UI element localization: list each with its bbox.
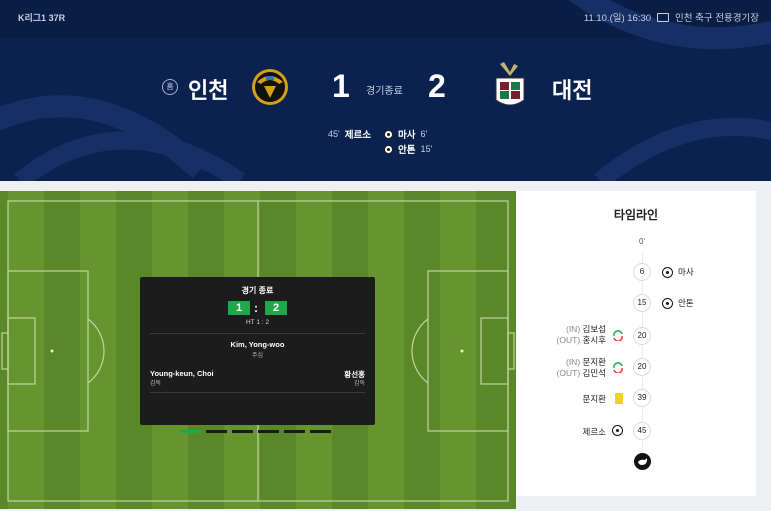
league-round: K리그1 37R	[18, 13, 66, 23]
home-goal-row: 45' 제르소	[328, 127, 371, 141]
substitution-icon	[613, 362, 623, 373]
home-coach-role: 감독	[150, 381, 162, 387]
scoreboard-title: 경기 종료	[241, 286, 274, 295]
goal-minute: 15'	[420, 144, 433, 154]
in-tag: (IN)	[565, 324, 581, 334]
goal-scorer: 제르소	[344, 130, 371, 141]
substitution-out: (OUT) 김민석	[550, 367, 606, 379]
page-margin	[756, 191, 771, 511]
divider	[150, 333, 365, 334]
scoreboard-colon: :	[254, 301, 258, 315]
match-header: K리그1 37R 11.10.(일) 16:30 인천 축구 전용경기장 홈 인…	[0, 0, 771, 181]
scoreboard-away-score: 2	[265, 301, 287, 315]
in-tag: (IN)	[565, 357, 581, 367]
home-team-name[interactable]: 인천	[188, 73, 228, 105]
carousel-dot[interactable]	[180, 430, 201, 433]
carousel-dot[interactable]	[258, 430, 279, 433]
daejeon-crest-icon[interactable]	[492, 60, 528, 112]
match-status: 경기종료	[366, 86, 403, 97]
timeline-minute: 39	[633, 389, 651, 407]
carousel-dot[interactable]	[284, 430, 305, 433]
home-score: 1	[332, 68, 350, 104]
ball-icon	[384, 129, 393, 139]
carousel-dot[interactable]	[232, 430, 253, 433]
substitution-icon	[613, 330, 623, 341]
timeline-title: 타임라인	[613, 208, 659, 222]
carousel-dots	[180, 430, 331, 433]
timeline-player: 안톤	[678, 298, 694, 308]
timeline-event-right: 마사	[662, 266, 694, 278]
timeline-minute: 20	[633, 358, 651, 376]
sub-in-player: 문지환	[582, 357, 606, 367]
out-tag: (OUT)	[556, 368, 581, 378]
timeline-player: 마사	[678, 267, 694, 277]
match-date: 11.10.(일) 16:30	[583, 13, 652, 24]
away-coach-role: 감독	[353, 381, 365, 387]
goal-minute: 45'	[328, 129, 340, 139]
sub-out-player: 홍시후	[582, 335, 606, 345]
timeline-player: 문지환	[582, 394, 606, 404]
sub-out-player: 김민석	[582, 368, 606, 378]
timeline-event-right: 안톤	[662, 297, 694, 309]
incheon-crest-icon[interactable]	[251, 62, 289, 112]
goal-ball-icon	[662, 266, 673, 278]
timeline-minute: 45	[633, 422, 651, 440]
timeline-minute: 15	[633, 294, 651, 312]
goal-minute: 6'	[420, 129, 428, 139]
goal-scorer: 마사	[398, 130, 416, 141]
divider	[150, 392, 365, 393]
away-score: 2	[428, 68, 446, 104]
home-coach-name: Young-keun, Choi	[150, 369, 214, 378]
substitution-out: (OUT) 홍시후	[550, 334, 606, 346]
goal-ball-icon	[612, 425, 623, 436]
timeline-player: 제르소	[582, 427, 606, 437]
scoreboard-panel: 경기 종료 1 : 2 HT 1 : 2 Kim, Yong-woo 주심 Yo…	[140, 277, 375, 425]
away-team-name[interactable]: 대전	[552, 73, 592, 105]
home-badge: 홈	[162, 79, 178, 95]
whistle-icon	[634, 453, 651, 470]
timeline-minute: 6	[633, 263, 651, 281]
scoreboard-home-score: 1	[228, 301, 250, 315]
ball-icon	[384, 144, 393, 154]
stadium-name: 인천 축구 전용경기장	[675, 13, 759, 24]
out-tag: (OUT)	[556, 335, 581, 345]
timeline-minute: 0'	[633, 234, 651, 252]
pitch: 경기 종료 1 : 2 HT 1 : 2 Kim, Yong-woo 주심 Yo…	[0, 191, 516, 509]
timeline-panel: 타임라인 0' 6 마사 15 안톤 (IN) 김보섭 (OUT) 홍시후 20…	[516, 191, 756, 496]
away-goal-row: 마사 6'	[384, 127, 427, 141]
halftime-score: HT 1 : 2	[245, 319, 269, 326]
yellow-card-icon	[615, 393, 623, 404]
carousel-dot[interactable]	[206, 430, 227, 433]
away-goal-row: 안톤 15'	[384, 142, 432, 156]
stadium-icon	[657, 12, 670, 22]
timeline-minute: 20	[633, 327, 651, 345]
goal-scorer: 안톤	[398, 145, 416, 156]
goal-ball-icon	[662, 297, 673, 309]
referee-role: 주심	[251, 353, 264, 359]
sub-in-player: 김보섭	[582, 324, 606, 334]
carousel-dot[interactable]	[310, 430, 331, 433]
match-info: 11.10.(일) 16:30 인천 축구 전용경기장	[584, 10, 759, 24]
referee-name: Kim, Yong-woo	[230, 340, 285, 349]
